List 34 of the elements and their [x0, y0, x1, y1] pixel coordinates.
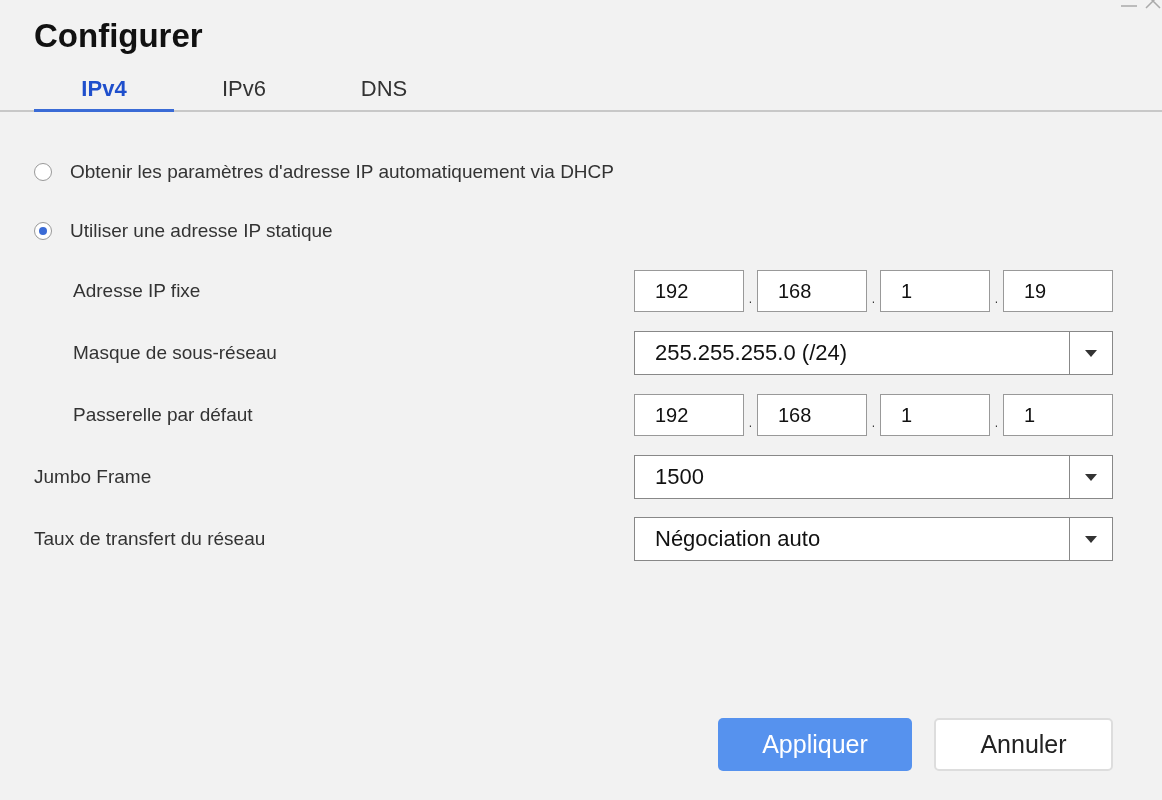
ip-octet-field[interactable]: 168 [757, 394, 867, 436]
ip-separator: . [870, 416, 877, 432]
ip-octet-field[interactable]: 192 [634, 394, 744, 436]
radio-label: Utiliser une adresse IP statique [70, 219, 333, 242]
cancel-button[interactable]: Annuler [934, 718, 1113, 771]
ip-octet-field[interactable]: 192 [634, 270, 744, 312]
ip-octet-field[interactable]: 19 [1003, 270, 1113, 312]
ip-separator: . [747, 292, 754, 308]
field-label: Taux de transfert du réseau [34, 528, 266, 550]
radio-label: Obtenir les paramètres d'adresse IP automatiquement via DHCP [70, 160, 614, 183]
ip-separator: . [993, 292, 1000, 308]
field-label: Adresse IP fixe [73, 280, 201, 302]
field-label: Passerelle par défaut [73, 404, 253, 426]
caret-icon [1085, 473, 1097, 481]
window-title: Configurer [34, 16, 203, 56]
dropdown[interactable]: Négociation auto [634, 517, 1113, 561]
dropdown[interactable]: 1500 [634, 455, 1113, 499]
tab[interactable]: DNS [314, 68, 454, 112]
ip-octet-field[interactable]: 1 [880, 394, 990, 436]
field-label: Masque de sous-réseau [73, 342, 277, 364]
ip-octet-field[interactable]: 1 [1003, 394, 1113, 436]
ip-separator: . [747, 416, 754, 432]
caret-icon [1085, 349, 1097, 357]
ip-octet-field[interactable]: 168 [757, 270, 867, 312]
field-label: Jumbo Frame [34, 466, 152, 488]
radio-button[interactable] [34, 221, 52, 240]
dropdown[interactable]: 255.255.255.0 (/24) [634, 331, 1113, 375]
ip-separator: . [870, 292, 877, 308]
ip-octet-field[interactable]: 1 [880, 270, 990, 312]
ip-separator: . [993, 416, 1000, 432]
tab[interactable]: IPv6 [174, 68, 314, 112]
tab[interactable]: IPv4 [34, 68, 174, 112]
caret-icon [1085, 535, 1097, 543]
radio-button[interactable] [34, 162, 52, 181]
